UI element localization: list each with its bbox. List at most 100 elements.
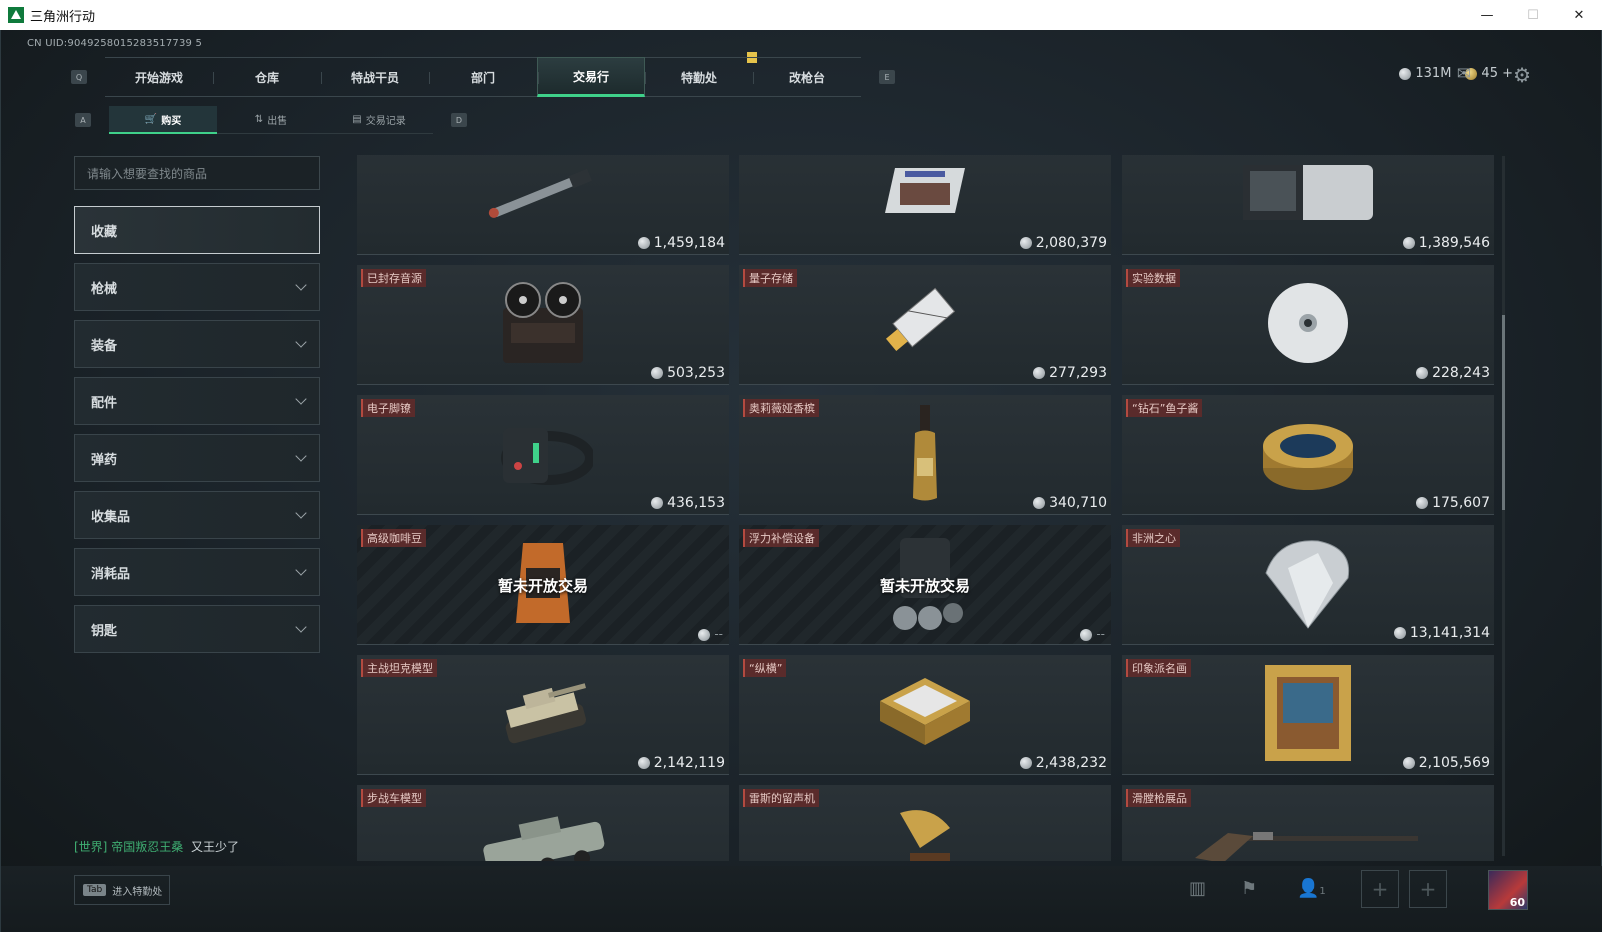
stats-icon[interactable]: ▥ (1189, 878, 1206, 899)
item-card[interactable]: 奥莉薇娅香槟 340,710 (739, 395, 1111, 515)
category-6[interactable]: 消耗品 (74, 548, 320, 596)
item-card[interactable]: “钻石”鱼子酱 175,607 (1122, 395, 1494, 515)
item-name-tag: 非洲之心 (1126, 529, 1180, 547)
search-input[interactable]: 请输入想要查找的商品 (74, 156, 320, 190)
team-icon[interactable]: 👤1 (1297, 878, 1326, 899)
tab-4[interactable]: 交易行 (537, 57, 645, 97)
flag-icon[interactable]: ⚑ (1241, 878, 1257, 899)
item-card[interactable]: 高级咖啡豆 暂未开放交易 -- (357, 525, 729, 645)
item-image (478, 163, 608, 227)
category-2[interactable]: 装备 (74, 320, 320, 368)
item-card[interactable]: 实验数据 228,243 (1122, 265, 1494, 385)
trade-locked-label: 暂未开放交易 (497, 577, 588, 595)
item-price: 228,243 (1416, 365, 1490, 381)
subtab-2[interactable]: ▤ 交易记录 (325, 106, 433, 134)
gold-currency[interactable]: 45 + (1465, 66, 1513, 81)
item-image (1263, 278, 1353, 372)
item-name-tag: 电子脚镣 (361, 399, 415, 417)
enter-special-ops-label: 进入特勤处 (112, 886, 163, 898)
item-image (493, 278, 593, 372)
enter-special-ops-button[interactable]: Tab 进入特勤处 (74, 875, 170, 905)
silver-coin-icon (1393, 627, 1406, 639)
item-card[interactable]: 滑膛枪展品 (1122, 785, 1494, 861)
category-label: 配件 (91, 395, 118, 411)
nav-right-key-hint[interactable]: E (879, 70, 895, 84)
mail-icon[interactable]: ✉ (1457, 64, 1471, 84)
item-card[interactable]: 非洲之心 13,141,314 (1122, 525, 1494, 645)
subnav-right-key-hint[interactable]: D (451, 113, 467, 127)
item-card[interactable]: 雷斯的留声机 (739, 785, 1111, 861)
item-price-value: 277,293 (1049, 365, 1107, 381)
silver-coin-icon (1033, 497, 1046, 509)
category-5[interactable]: 收集品 (74, 491, 320, 539)
subtab-label: 交易记录 (365, 116, 406, 127)
silver-currency: 131M (1399, 66, 1451, 81)
item-name-tag: 浮力补偿设备 (743, 529, 819, 547)
close-button[interactable]: ✕ (1556, 0, 1602, 30)
item-image (1193, 818, 1423, 861)
tab-6[interactable]: 改枪台 (753, 57, 861, 97)
invite-slot-2[interactable]: + (1409, 870, 1447, 908)
item-card[interactable]: 已封存音源 503,253 (357, 265, 729, 385)
silver-coin-icon (1399, 67, 1412, 80)
silver-coin-icon (1402, 757, 1415, 769)
silver-coin-icon (637, 757, 650, 769)
chat-sender[interactable]: 帝国叛忍王桑 (111, 840, 183, 854)
item-image (1258, 533, 1358, 637)
tab-key-hint: Tab (83, 884, 107, 896)
chat-line[interactable]: [世界] 帝国叛忍王桑 又王少了 (74, 838, 239, 855)
item-name-tag: 奥莉薇娅香槟 (743, 399, 819, 417)
item-image (890, 808, 960, 861)
maximize-button[interactable]: ☐ (1510, 0, 1556, 30)
category-7[interactable]: 钥匙 (74, 605, 320, 653)
main-nav: Q 开始游戏 仓库 特战干员 部门 交易行 特勤处 改枪台 E (71, 56, 895, 98)
title-bar: 三角洲行动 — ☐ ✕ (0, 0, 1602, 30)
subnav-left-key-hint[interactable]: A (75, 113, 91, 127)
category-3[interactable]: 配件 (74, 377, 320, 425)
invite-slot-1[interactable]: + (1361, 870, 1399, 908)
category-4[interactable]: 弹药 (74, 434, 320, 482)
silver-coin-icon (1080, 628, 1093, 641)
item-card[interactable]: 量子存储 277,293 (739, 265, 1111, 385)
gear-icon[interactable]: ⚙ (1513, 63, 1531, 87)
item-image (1238, 163, 1378, 227)
app-logo-icon (8, 7, 24, 23)
subtab-icon: ▤ (352, 114, 362, 125)
chevron-down-icon (295, 336, 307, 348)
category-label: 装备 (91, 338, 118, 354)
item-image (1263, 663, 1353, 767)
item-name-tag: “纵横” (743, 659, 787, 677)
category-label: 钥匙 (91, 623, 118, 639)
nav-left-key-hint[interactable]: Q (71, 70, 87, 84)
item-card[interactable]: 印象派名画 2,105,569 (1122, 655, 1494, 775)
category-1[interactable]: 枪械 (74, 263, 320, 311)
item-price: 1,459,184 (637, 235, 725, 251)
item-price-value: 1,389,546 (1418, 235, 1490, 251)
item-card[interactable]: 2,080,379 (739, 155, 1111, 255)
item-card[interactable]: 主战坦克模型 2,142,119 (357, 655, 729, 775)
subtab-1[interactable]: ⇅ 出售 (217, 106, 325, 134)
tab-2[interactable]: 特战干员 (321, 57, 429, 97)
category-label: 收藏 (91, 224, 118, 240)
subtab-0[interactable]: 🛒 购买 (109, 106, 217, 134)
minimize-button[interactable]: — (1464, 0, 1510, 30)
category-0[interactable]: 收藏 (74, 206, 320, 254)
tab-3[interactable]: 部门 (429, 57, 537, 97)
category-sidebar: 请输入想要查找的商品 收藏枪械装备配件弹药收集品消耗品钥匙 (74, 156, 320, 653)
scrollbar-thumb[interactable] (1502, 315, 1505, 510)
game-area: CN UID:9049258015283517739 5 Q 开始游戏 仓库 特战干… (0, 30, 1602, 932)
tab-1[interactable]: 仓库 (213, 57, 321, 97)
item-card[interactable]: 1,459,184 (357, 155, 729, 255)
tab-5[interactable]: 特勤处 (645, 57, 753, 97)
chat-channel: [世界] (74, 840, 108, 854)
item-name-tag: 主战坦克模型 (361, 659, 437, 677)
item-card[interactable]: “纵横” 2,438,232 (739, 655, 1111, 775)
item-card[interactable]: 电子脚镣 436,153 (357, 395, 729, 515)
avatar[interactable]: 60 (1488, 870, 1528, 910)
item-card[interactable]: 步战车模型 (357, 785, 729, 861)
item-card[interactable]: 1,389,546 (1122, 155, 1494, 255)
item-card[interactable]: 浮力补偿设备 暂未开放交易 -- (739, 525, 1111, 645)
sub-nav: A 🛒 购买 ⇅ 出售 ▤ 交易记录 D (75, 105, 467, 135)
tab-0[interactable]: 开始游戏 (105, 57, 213, 97)
item-image (880, 278, 970, 372)
